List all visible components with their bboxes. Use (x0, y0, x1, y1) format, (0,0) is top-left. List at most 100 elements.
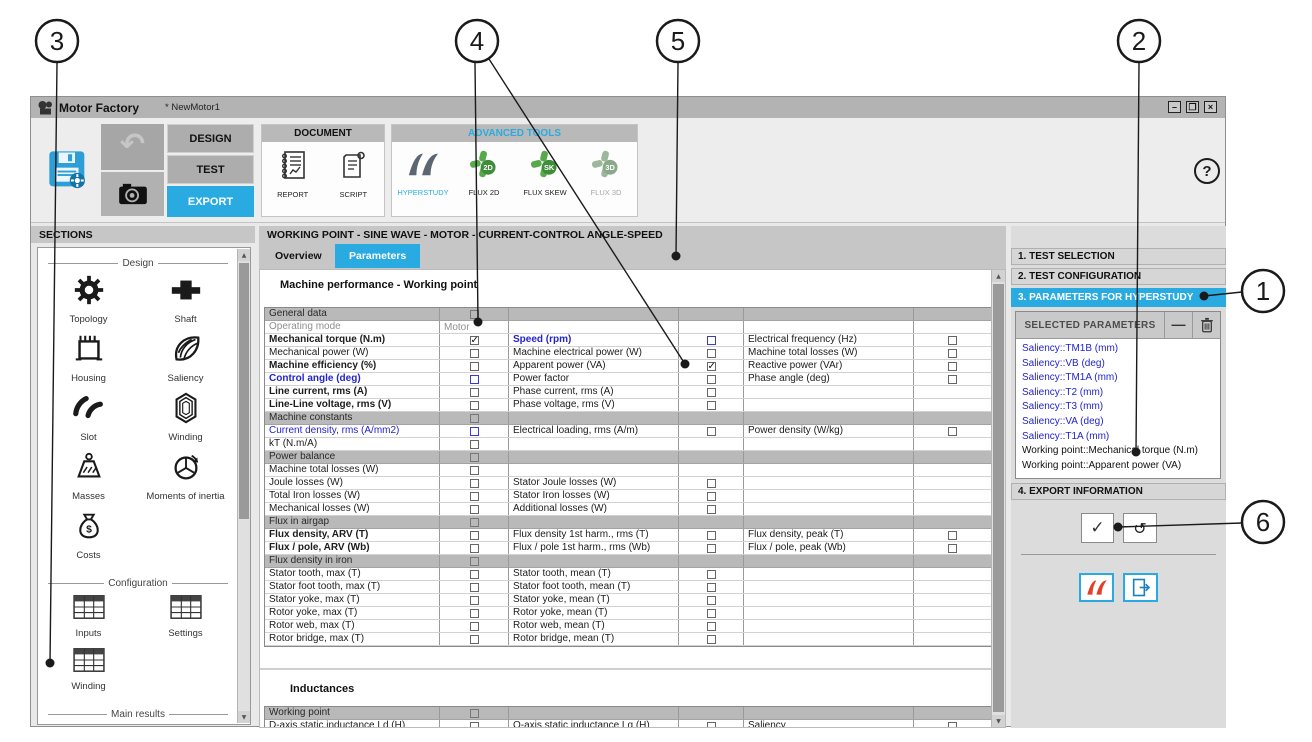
param-checkbox-flux-pole-arv-wb[interactable] (470, 544, 479, 553)
param-checkbox-total-iron-losses-w[interactable] (470, 492, 479, 501)
param-checkbox-electrical-loading-rms-a-m[interactable] (707, 427, 716, 436)
param-checkbox-flux-pole-peak-wb[interactable] (948, 544, 957, 553)
help-button[interactable]: ? (1194, 158, 1220, 184)
sidebar-item-settings[interactable]: Settings (137, 593, 234, 639)
param-checkbox-reactive-power-var[interactable] (948, 362, 957, 371)
step-test-selection[interactable]: 1. TEST SELECTION (1011, 248, 1226, 265)
minimize-button[interactable]: – (1168, 101, 1181, 113)
param-checkbox-electrical-frequency-hz[interactable] (948, 336, 957, 345)
step-test-configuration[interactable]: 2. TEST CONFIGURATION (1011, 268, 1226, 285)
param-checkbox-flux-density-1st-harm-rms-t[interactable] (707, 531, 716, 540)
param-checkbox-speed-rpm[interactable] (707, 336, 716, 345)
reset-button[interactable]: ↺ (1123, 513, 1157, 543)
param-checkbox-rotor-web-max-t[interactable] (470, 622, 479, 631)
param-checkbox-saliency[interactable] (948, 722, 957, 729)
param-checkbox-line-line-voltage-rms-v[interactable] (470, 401, 479, 410)
param-checkbox-joule-losses-w[interactable] (470, 479, 479, 488)
param-checkbox-machine-efficiency[interactable] (470, 362, 479, 371)
param-checkbox-additional-losses-w[interactable] (707, 505, 716, 514)
save-button[interactable] (39, 124, 97, 216)
param-checkbox-control-angle-deg[interactable] (470, 375, 479, 384)
delete-all-parameters-button[interactable] (1192, 312, 1220, 338)
param-checkbox-mechanical-losses-w[interactable] (470, 505, 479, 514)
selected-parameter-item[interactable]: Working point::Mechanical torque (N.m) (1022, 444, 1220, 459)
section-checkbox[interactable] (439, 707, 508, 719)
param-checkbox-stator-yoke-mean-t[interactable] (707, 596, 716, 605)
sidebar-item-slot[interactable]: Slot (40, 391, 137, 443)
sidebar-item-winding[interactable]: Winding (137, 391, 234, 443)
param-checkbox-d-axis-static-inductance-ld-h[interactable] (470, 722, 479, 729)
param-checkbox-machine-total-losses-w[interactable] (470, 466, 479, 475)
param-checkbox-stator-iron-losses-w[interactable] (707, 492, 716, 501)
selected-parameter-item[interactable]: Working point::Apparent power (VA) (1022, 459, 1220, 474)
test-mode-button[interactable]: TEST (167, 155, 254, 184)
param-checkbox-stator-joule-losses-w[interactable] (707, 479, 716, 488)
param-checkbox-rotor-bridge-mean-t[interactable] (707, 635, 716, 644)
report-button[interactable]: REPORT (263, 150, 323, 199)
flux-2d-button[interactable]: 2DFLUX 2D (454, 150, 514, 197)
screenshot-button[interactable] (101, 172, 164, 216)
selected-parameter-item[interactable]: Saliency::T1A (mm) (1022, 430, 1220, 445)
scroll-up-button[interactable]: ▲ (238, 249, 250, 261)
param-checkbox-apparent-power-va[interactable] (707, 362, 716, 371)
param-checkbox-q-axis-static-inductance-lq-h[interactable] (707, 722, 716, 729)
sidebar-item-working-point[interactable]: Working point (40, 724, 137, 725)
sidebar-item-housing[interactable]: Housing (40, 332, 137, 384)
step-export-information[interactable]: 4. EXPORT INFORMATION (1011, 483, 1226, 500)
validate-button[interactable]: ✓ (1081, 513, 1114, 543)
remove-parameter-button[interactable]: — (1164, 312, 1192, 338)
param-checkbox-flux-density-peak-t[interactable] (948, 531, 957, 540)
selected-parameter-item[interactable]: Saliency::TM1B (mm) (1022, 342, 1220, 357)
script-button[interactable]: SCRIPT (323, 150, 383, 199)
param-checkbox-mechanical-power-w[interactable] (470, 349, 479, 358)
scroll-thumb[interactable] (993, 284, 1004, 712)
param-checkbox-power-factor[interactable] (707, 375, 716, 384)
param-checkbox-phase-current-rms-a[interactable] (707, 388, 716, 397)
sidebar-item-masses[interactable]: Masses (40, 450, 137, 502)
param-checkbox-flux-density-arv-t[interactable] (470, 531, 479, 540)
param-checkbox-phase-voltage-rms-v[interactable] (707, 401, 716, 410)
scroll-down-button[interactable]: ▼ (992, 715, 1005, 727)
sections-scrollbar[interactable]: ▲ ▼ (237, 249, 250, 723)
close-button[interactable]: × (1204, 101, 1217, 113)
param-checkbox-machine-electrical-power-w[interactable] (707, 349, 716, 358)
section-checkbox[interactable] (439, 555, 508, 567)
param-checkbox-stator-yoke-max-t[interactable] (470, 596, 479, 605)
param-checkbox-current-density-rms-a-mm2[interactable] (470, 427, 479, 436)
param-checkbox-stator-tooth-max-t[interactable] (470, 570, 479, 579)
section-checkbox[interactable] (439, 308, 508, 320)
sidebar-item-shaft[interactable]: Shaft (137, 273, 234, 325)
scroll-down-button[interactable]: ▼ (238, 711, 250, 723)
undo-button[interactable]: ↶ (101, 124, 164, 170)
sidebar-item-moments-of-inertia[interactable]: Moments of inertia (137, 450, 234, 502)
hyperstudy-button[interactable] (1079, 573, 1114, 602)
param-checkbox-rotor-bridge-max-t[interactable] (470, 635, 479, 644)
sidebar-item-costs[interactable]: $Costs (40, 509, 137, 561)
sidebar-item-winding[interactable]: Winding (40, 646, 137, 692)
selected-parameter-item[interactable]: Saliency::VB (deg) (1022, 357, 1220, 372)
param-checkbox-rotor-web-mean-t[interactable] (707, 622, 716, 631)
param-checkbox-stator-foot-tooth-max-t[interactable] (470, 583, 479, 592)
section-checkbox[interactable] (439, 516, 508, 528)
param-checkbox-phase-angle-deg[interactable] (948, 375, 957, 384)
param-checkbox-stator-tooth-mean-t[interactable] (707, 570, 716, 579)
scroll-thumb[interactable] (239, 263, 249, 519)
tab-parameters[interactable]: Parameters (335, 244, 420, 268)
selected-parameter-item[interactable]: Saliency::T3 (mm) (1022, 400, 1220, 415)
param-checkbox-rotor-yoke-max-t[interactable] (470, 609, 479, 618)
sidebar-item-topology[interactable]: Topology (40, 273, 137, 325)
content-scrollbar[interactable]: ▲ ▼ (991, 270, 1005, 727)
param-checkbox-machine-total-losses-w[interactable] (948, 349, 957, 358)
design-mode-button[interactable]: DESIGN (167, 124, 254, 153)
param-checkbox-power-density-w-kg[interactable] (948, 427, 957, 436)
section-checkbox[interactable] (439, 451, 508, 463)
param-checkbox-rotor-yoke-mean-t[interactable] (707, 609, 716, 618)
selected-parameter-item[interactable]: Saliency::TM1A (mm) (1022, 371, 1220, 386)
step-parameters-for-hyperstudy[interactable]: 3. PARAMETERS FOR HYPERSTUDY (1011, 288, 1226, 307)
param-checkbox-flux-pole-1st-harm-rms-wb[interactable] (707, 544, 716, 553)
param-checkbox-stator-foot-tooth-mean-t[interactable] (707, 583, 716, 592)
sidebar-item-inputs[interactable]: Inputs (40, 593, 137, 639)
export-mode-button[interactable]: EXPORT (167, 186, 254, 217)
section-checkbox[interactable] (439, 412, 508, 424)
tab-overview[interactable]: Overview (261, 244, 336, 268)
